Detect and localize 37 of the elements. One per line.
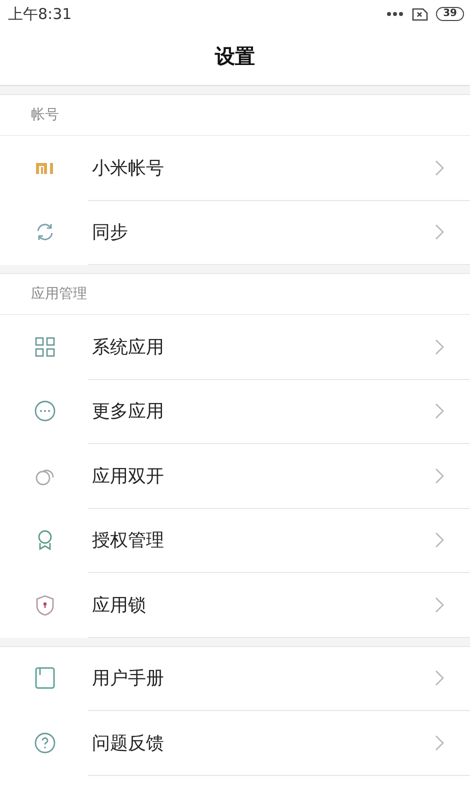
status-time: 上午8:31 [8,4,72,24]
chevron-icon [434,224,444,240]
section-header: 应用管理 [31,285,87,303]
no-sim-icon [412,8,428,20]
chevron-icon [434,670,444,686]
item-label: 同步 [91,221,129,244]
settings-item[interactable]: 授权管理 [88,508,470,573]
item-label: 小米帐号 [91,156,165,180]
page-title: 设置 [215,43,255,70]
battery-level: 39 [436,7,464,21]
shield-icon [34,594,56,616]
chevron-icon [434,596,444,613]
settings-item[interactable]: 用户手册 [88,646,470,711]
item-label: 应用锁 [91,594,147,617]
settings-item[interactable]: 应用双开 [88,444,470,508]
item-label: 授权管理 [91,529,165,552]
settings-item[interactable]: 系统应用 [88,315,470,380]
settings-item[interactable]: 问题反馈 [88,711,470,776]
grid-icon [34,336,56,358]
dots-icon [386,11,404,17]
item-label: 用户手册 [91,667,165,690]
chevron-icon [434,468,444,484]
chevron-icon [434,734,444,751]
item-label: 应用双开 [91,464,165,488]
book-icon [34,667,56,690]
item-label: 系统应用 [91,336,165,359]
settings-item[interactable]: 小米帐号 [88,136,470,200]
item-label: 更多应用 [91,400,165,424]
chevron-icon [434,532,444,548]
chevron-icon [434,338,444,355]
chevron-icon [434,160,444,176]
chevron-icon [434,403,444,420]
item-label: 问题反馈 [91,732,165,755]
section-header: 帐号 [31,106,59,124]
more-icon [34,400,56,422]
settings-item[interactable]: 更多应用 [88,380,470,444]
help-icon [34,732,56,754]
